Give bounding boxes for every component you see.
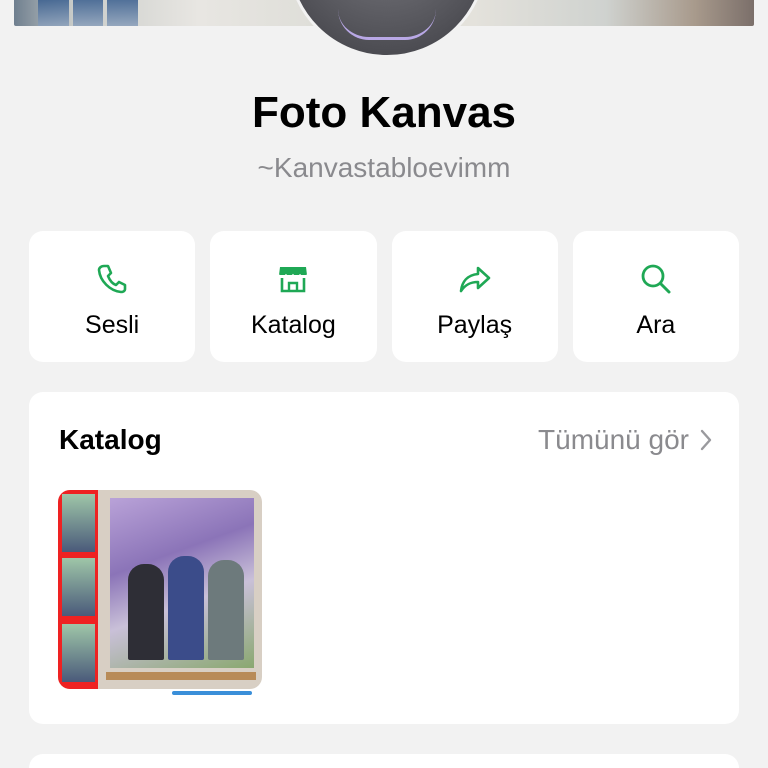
share-label: Paylaş [437,311,513,339]
profile-name: Foto Kanvas [251,88,517,137]
carousel-indicator [172,691,252,695]
see-all-label: Tümünü gör [538,424,689,455]
share-arrow-icon [459,266,490,293]
chevron-right-icon [700,429,712,451]
catalog-card: Katalog Tümünü gör [29,392,739,724]
next-section-card [29,754,739,768]
storefront-icon [278,267,308,293]
see-all-link[interactable]: Tümünü gör [538,424,713,456]
catalog-button[interactable]: Katalog [210,231,377,362]
product-image-easel [106,672,256,680]
avatar-logo-shape [338,9,436,40]
catalog-item[interactable] [58,490,262,689]
product-image-people [128,552,244,660]
catalog-title: Katalog [59,424,162,455]
search-label: Ara [636,311,676,339]
profile-avatar[interactable] [287,0,487,58]
search-icon [641,264,671,294]
voice-call-button[interactable]: Sesli [29,231,196,362]
voice-call-label: Sesli [85,311,140,339]
cover-photo-thumbnails [38,0,139,26]
business-profile-page: Foto Kanvas ~Kanvastabloevimm Sesli Kata… [0,0,768,768]
share-button[interactable]: Paylaş [391,231,558,362]
profile-handle: ~Kanvastabloevimm [257,152,511,183]
catalog-label: Katalog [250,311,336,339]
product-image-side-strip [58,490,98,689]
action-buttons: Sesli Katalog Paylaş Ara [29,231,739,362]
phone-icon [97,264,127,294]
search-button[interactable]: Ara [572,231,739,362]
